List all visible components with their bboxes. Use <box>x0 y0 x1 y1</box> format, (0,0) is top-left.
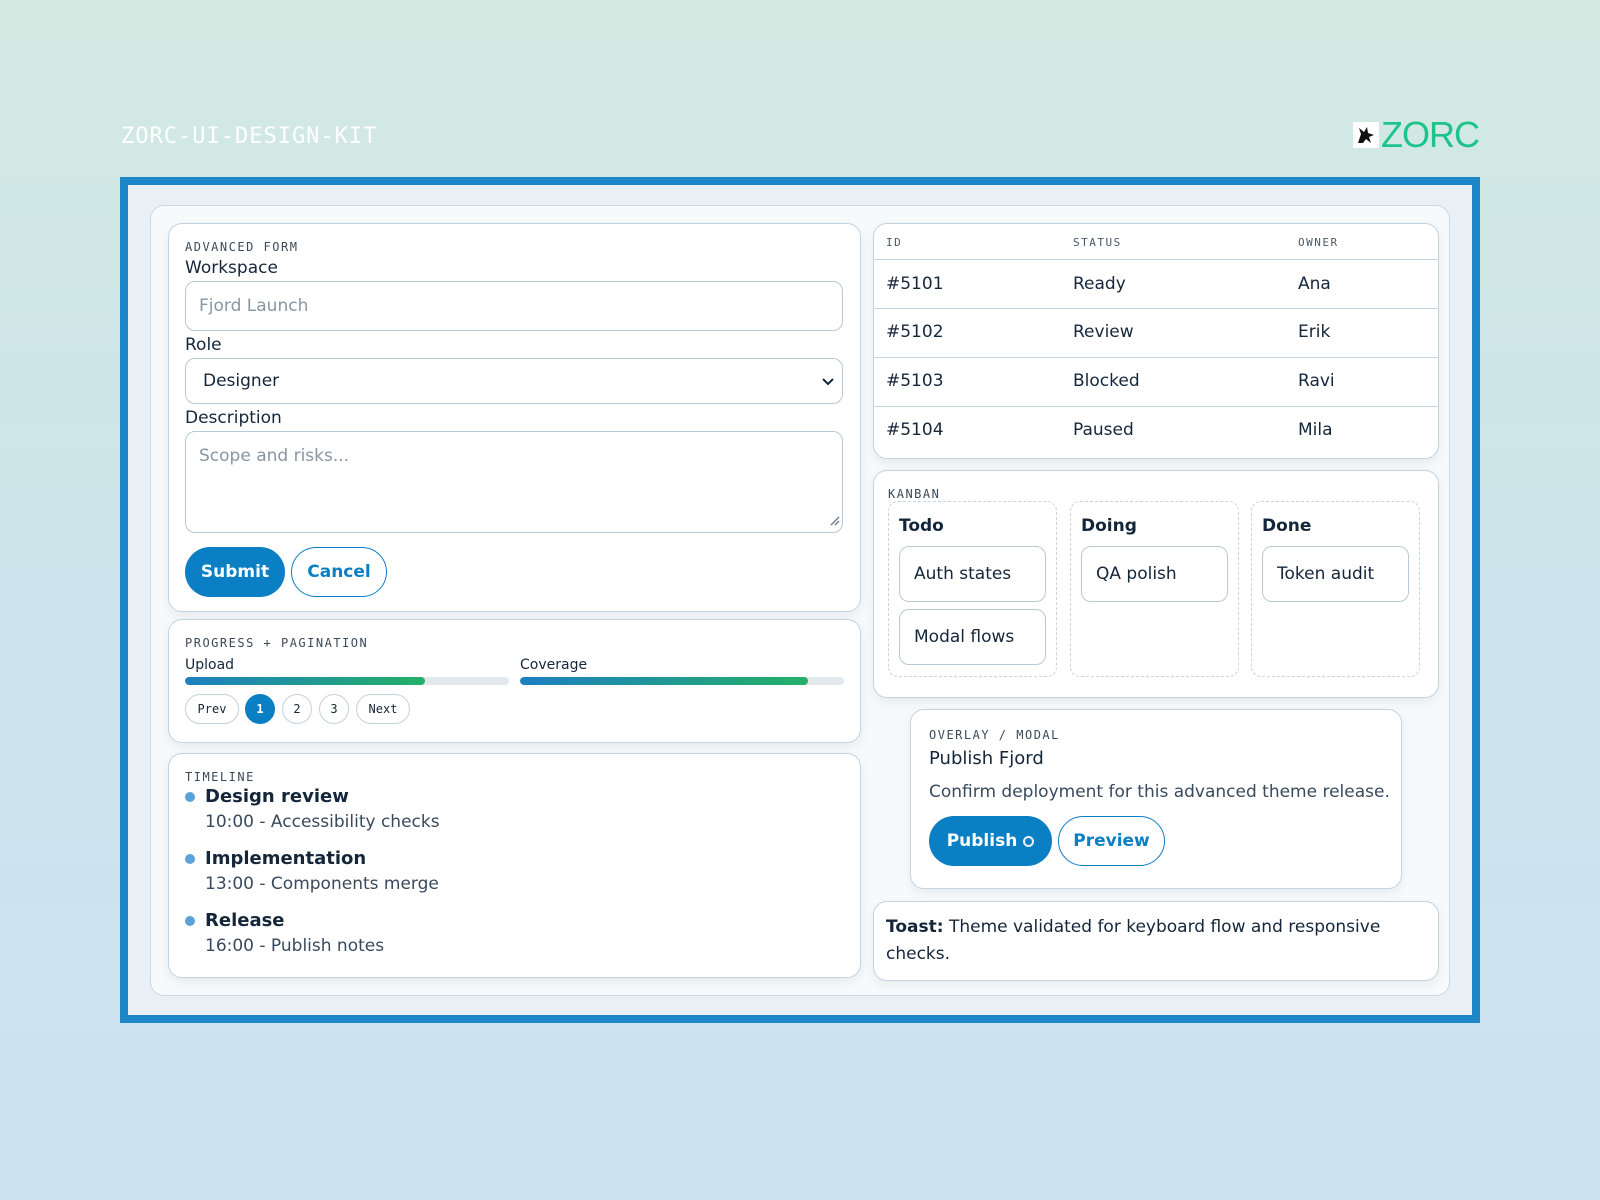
coverage-label: Coverage <box>520 657 588 673</box>
upload-progress-fill <box>185 677 425 685</box>
cell-status: Blocked <box>1073 371 1140 391</box>
coverage-progress-fill <box>520 677 809 685</box>
preview-button[interactable]: Preview <box>1058 816 1165 866</box>
component-board: ADVANCED FORM Workspace Fjord Launch Rol… <box>150 205 1450 996</box>
section-title: TIMELINE <box>185 770 255 784</box>
timeline-dot <box>185 854 195 864</box>
upload-progress-bar <box>185 677 509 685</box>
workspace-label: Workspace <box>185 258 278 278</box>
page-1-button[interactable]: 1 <box>245 694 275 724</box>
next-page-button[interactable]: Next <box>356 694 410 724</box>
modal-dialog: OVERLAY / MODAL Publish Fjord Confirm de… <box>910 709 1402 889</box>
column-title: Done <box>1262 516 1312 536</box>
section-title: ADVANCED FORM <box>185 240 299 254</box>
column-header-id: ID <box>886 236 903 249</box>
section-title: PROGRESS + PAGINATION <box>185 636 369 650</box>
table-row[interactable]: #5103 Blocked Ravi <box>874 358 1438 406</box>
timeline-item-detail: 13:00 - Components merge <box>205 874 439 894</box>
cell-status: Ready <box>1073 274 1126 294</box>
resize-handle-icon[interactable] <box>828 511 840 530</box>
cell-owner: Mila <box>1298 420 1333 440</box>
brand-logo: ZORC <box>1353 114 1480 155</box>
timeline-card: TIMELINE Design review 10:00 - Accessibi… <box>168 753 861 978</box>
page-2-button[interactable]: 2 <box>282 694 312 724</box>
table-row[interactable]: #5104 Paused Mila <box>874 407 1438 455</box>
role-value: Designer <box>203 371 280 391</box>
advanced-form-card: ADVANCED FORM Workspace Fjord Launch Rol… <box>168 223 861 612</box>
table-row[interactable]: #5102 Review Erik <box>874 309 1438 357</box>
timeline-dot <box>185 916 195 926</box>
cell-id: #5101 <box>886 274 944 294</box>
cell-owner: Erik <box>1298 322 1331 342</box>
page-3-button[interactable]: 3 <box>319 694 349 724</box>
toast-prefix: Toast: <box>886 917 944 937</box>
modal-title: Publish Fjord <box>929 748 1044 769</box>
publish-label: Publish <box>946 831 1018 851</box>
toast-text: Toast: Theme validated for keyboard flow… <box>886 914 1426 968</box>
chevron-down-icon <box>820 373 836 393</box>
coverage-progress-bar <box>520 677 844 685</box>
submit-button[interactable]: Submit <box>185 547 285 597</box>
toast-message: Theme validated for keyboard flow and re… <box>886 917 1381 964</box>
publish-button[interactable]: Publish <box>929 816 1052 866</box>
prev-page-button[interactable]: Prev <box>185 694 239 724</box>
column-title: Todo <box>899 516 944 536</box>
kanban-card-item[interactable]: Auth states <box>899 546 1046 602</box>
kanban-card-item[interactable]: QA polish <box>1081 546 1228 602</box>
cancel-button[interactable]: Cancel <box>291 547 387 597</box>
column-header-owner: OWNER <box>1298 236 1339 249</box>
timeline-dot <box>185 792 195 802</box>
timeline-item-title: Implementation <box>205 848 367 869</box>
progress-pagination-card: PROGRESS + PAGINATION Upload Coverage Pr… <box>168 619 861 743</box>
cell-id: #5103 <box>886 371 944 391</box>
table-row[interactable]: #5101 Ready Ana <box>874 260 1438 308</box>
timeline-item-title: Design review <box>205 786 349 807</box>
column-title: Doing <box>1081 516 1137 536</box>
timeline-item-detail: 10:00 - Accessibility checks <box>205 812 440 832</box>
upload-label: Upload <box>185 657 235 673</box>
section-title: KANBAN <box>888 487 941 501</box>
role-select[interactable]: Designer <box>185 358 843 404</box>
cell-status: Paused <box>1073 420 1134 440</box>
kanban-column-todo: Todo Auth states Modal flows <box>888 501 1057 677</box>
kanban-column-done: Done Token audit <box>1251 501 1420 677</box>
kit-label: ZORC-UI-DESIGN-KIT <box>121 124 378 149</box>
kanban-card: KANBAN Todo Auth states Modal flows Doin… <box>873 470 1439 698</box>
timeline-item-title: Release <box>205 910 285 931</box>
description-textarea[interactable]: Scope and risks... <box>185 431 843 533</box>
cell-owner: Ana <box>1298 274 1331 294</box>
workspace-input[interactable]: Fjord Launch <box>185 281 843 331</box>
spinner-icon <box>1023 835 1035 847</box>
cell-owner: Ravi <box>1298 371 1335 391</box>
column-header-status: STATUS <box>1073 236 1122 249</box>
kanban-card-item[interactable]: Token audit <box>1262 546 1409 602</box>
data-table-card: ID STATUS OWNER #5101 Ready Ana #5102 Re… <box>873 223 1439 459</box>
cell-id: #5104 <box>886 420 944 440</box>
cell-status: Review <box>1073 322 1134 342</box>
role-label: Role <box>185 335 222 355</box>
modal-body: Confirm deployment for this advanced the… <box>929 782 1390 802</box>
cell-id: #5102 <box>886 322 944 342</box>
logo-wordmark: ZORC <box>1381 114 1480 155</box>
timeline-item-detail: 16:00 - Publish notes <box>205 936 385 956</box>
toast-notification: Toast: Theme validated for keyboard flow… <box>873 901 1439 981</box>
section-title: OVERLAY / MODAL <box>929 728 1060 742</box>
wolf-logo-icon <box>1353 122 1379 148</box>
kanban-column-doing: Doing QA polish <box>1070 501 1239 677</box>
preview-frame: ADVANCED FORM Workspace Fjord Launch Rol… <box>120 177 1480 1023</box>
description-label: Description <box>185 408 282 428</box>
kanban-card-item[interactable]: Modal flows <box>899 609 1046 665</box>
workspace-placeholder: Fjord Launch <box>199 296 309 316</box>
description-placeholder: Scope and risks... <box>199 446 350 466</box>
